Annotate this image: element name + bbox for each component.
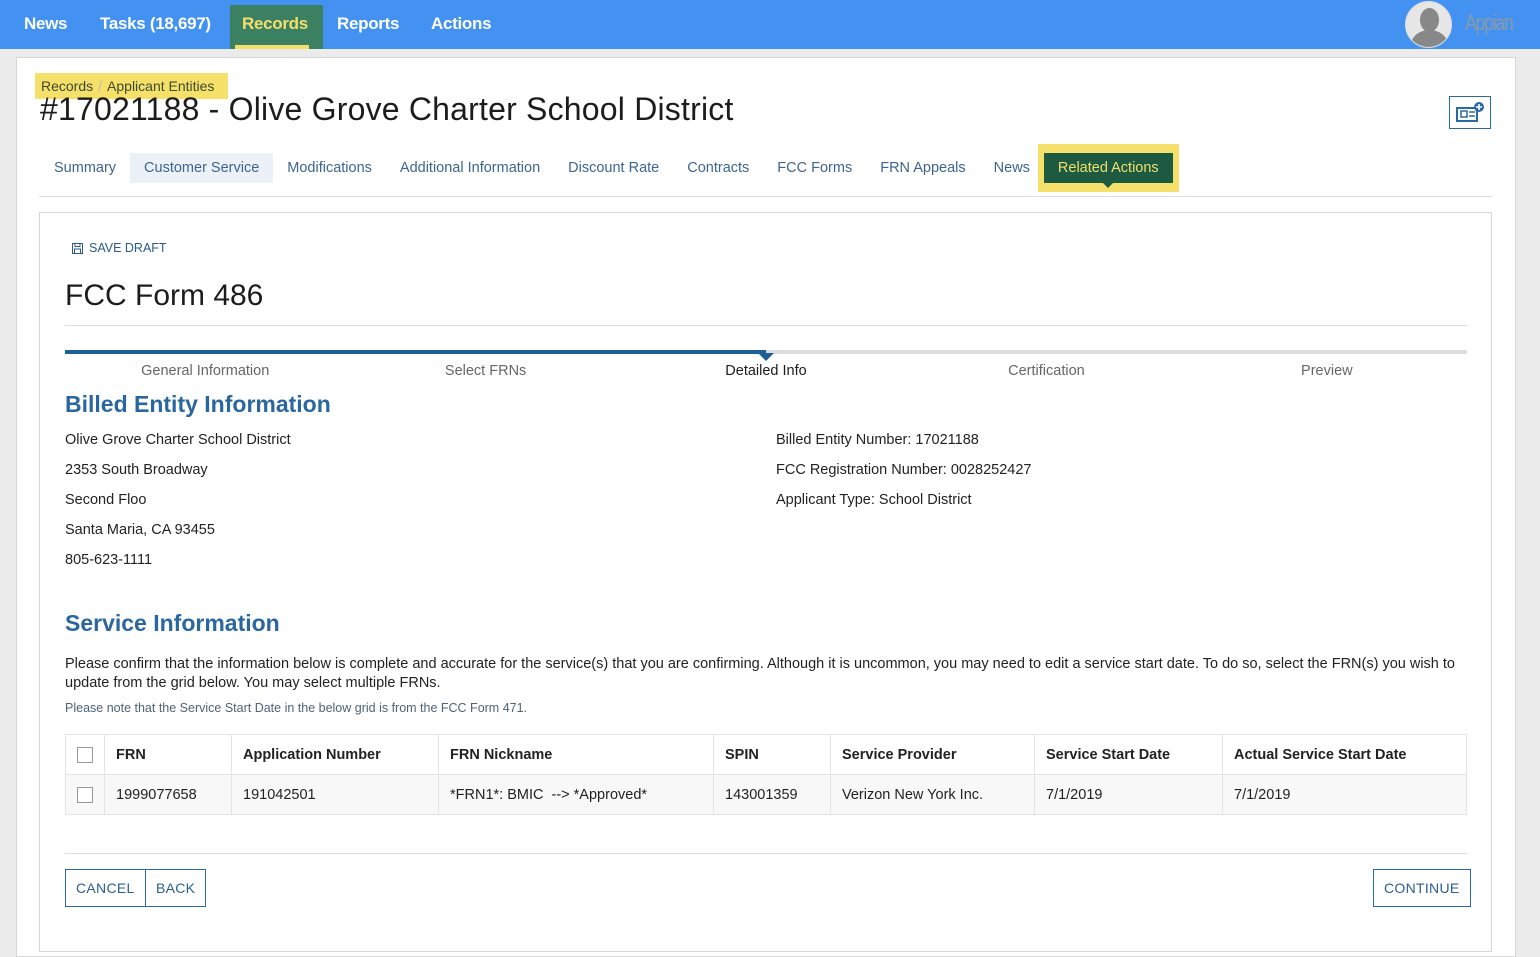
- newspaper-plus-icon: [1456, 101, 1484, 122]
- col-frn-nickname[interactable]: FRN Nickname: [438, 734, 714, 775]
- progress-fill: [65, 350, 766, 354]
- billed-entity-number: Billed Entity Number: 17021188: [776, 432, 979, 448]
- save-draft-button[interactable]: SAVE DRAFT: [72, 241, 167, 255]
- form-panel: SAVE DRAFT FCC Form 486 General Informat…: [39, 212, 1492, 952]
- nav-actions[interactable]: Actions: [414, 5, 508, 49]
- nav-tasks[interactable]: Tasks (18,697): [83, 5, 228, 49]
- form-title: FCC Form 486: [65, 279, 264, 312]
- tab-additional-information[interactable]: Additional Information: [386, 153, 554, 183]
- appian-logo: Appian: [1465, 10, 1514, 35]
- col-application-number[interactable]: Application Number: [231, 734, 439, 775]
- address-line: Second Floo: [65, 492, 147, 508]
- nav-reports[interactable]: Reports: [320, 5, 416, 49]
- nav-news[interactable]: News: [7, 5, 84, 49]
- user-avatar[interactable]: [1405, 1, 1452, 48]
- step-certification: Certification: [1008, 363, 1085, 379]
- table-row: 1999077658 191042501 *FRN1*: BMIC --> *A…: [65, 774, 1467, 815]
- tab-related-actions[interactable]: Related Actions: [1043, 153, 1173, 188]
- entity-info-block: Billed Entity Number: 17021188 FCC Regis…: [776, 425, 1032, 515]
- related-actions-highlight: Related Actions: [1037, 144, 1179, 192]
- address-line: 2353 South Broadway: [65, 462, 208, 478]
- cell-service-start-date: 7/1/2019: [1034, 774, 1223, 815]
- wizard-steps: General Information Select FRNs Detailed…: [65, 363, 1467, 379]
- current-step-marker: [758, 353, 774, 361]
- instructions-text: Please confirm that the information belo…: [65, 656, 1455, 691]
- step-select-frns: Select FRNs: [444, 363, 527, 379]
- address-block: Olive Grove Charter School District 2353…: [65, 425, 291, 575]
- service-information-heading: Service Information: [65, 610, 280, 636]
- cell-frn: 1999077658: [104, 774, 232, 815]
- tab-frn-appeals[interactable]: FRN Appeals: [866, 153, 979, 183]
- frn-table: FRN Application Number FRN Nickname SPIN…: [65, 734, 1467, 815]
- note-text: Please note that the Service Start Date …: [65, 701, 528, 715]
- col-frn[interactable]: FRN: [104, 734, 232, 775]
- divider: [65, 853, 1467, 854]
- top-nav-bar: News Tasks (18,697) Records Reports Acti…: [0, 0, 1540, 49]
- cancel-button[interactable]: CANCEL: [65, 869, 146, 907]
- applicant-type: Applicant Type: School District: [776, 492, 972, 508]
- tab-contracts[interactable]: Contracts: [673, 153, 763, 183]
- record-card: Records / Applicant Entities #17021188 - O…: [16, 57, 1516, 957]
- cell-actual-service-start-date: 7/1/2019: [1222, 774, 1467, 815]
- cell-application-number: 191042501: [231, 774, 439, 815]
- save-draft-label: SAVE DRAFT: [89, 241, 167, 255]
- tab-customer-service[interactable]: Customer Service: [130, 153, 274, 183]
- address-line: Olive Grove Charter School District: [65, 432, 291, 448]
- record-tabs: Summary Customer Service Modifications A…: [40, 144, 1179, 192]
- billed-entity-heading: Billed Entity Information: [65, 391, 331, 417]
- tab-discount-rate[interactable]: Discount Rate: [554, 153, 673, 183]
- page-title: #17021188 - Olive Grove Charter School D…: [40, 91, 734, 127]
- cell-spin: 143001359: [713, 774, 831, 815]
- col-service-start-date[interactable]: Service Start Date: [1034, 734, 1223, 775]
- nav-records[interactable]: Records: [230, 5, 323, 49]
- address-line: Santa Maria, CA 93455: [65, 522, 215, 538]
- continue-button[interactable]: CONTINUE: [1373, 869, 1471, 907]
- phone: 805-623-1111: [65, 552, 153, 568]
- fcc-registration-number: FCC Registration Number: 0028252427: [776, 462, 1032, 478]
- wizard-progress-bar: [65, 350, 1467, 361]
- cell-service-provider: Verizon New York Inc.: [830, 774, 1035, 815]
- step-detailed-info: Detailed Info: [725, 363, 807, 379]
- tab-news[interactable]: News: [980, 153, 1034, 183]
- col-actual-service-start-date[interactable]: Actual Service Start Date: [1222, 734, 1467, 775]
- tab-summary[interactable]: Summary: [40, 153, 130, 183]
- select-all-checkbox[interactable]: [77, 746, 93, 763]
- step-preview: Preview: [1301, 363, 1353, 379]
- divider: [65, 325, 1467, 326]
- back-button[interactable]: BACK: [145, 869, 207, 907]
- row-checkbox[interactable]: [77, 786, 93, 803]
- table-header-row: FRN Application Number FRN Nickname SPIN…: [65, 734, 1467, 775]
- add-news-button[interactable]: [1449, 96, 1491, 129]
- col-service-provider[interactable]: Service Provider: [830, 734, 1035, 775]
- step-general-information: General Information: [141, 363, 270, 379]
- col-spin[interactable]: SPIN: [713, 734, 831, 775]
- floppy-disk-icon: [72, 242, 83, 254]
- tab-modifications[interactable]: Modifications: [273, 153, 386, 183]
- tab-fcc-forms[interactable]: FCC Forms: [763, 153, 866, 183]
- cell-frn-nickname: *FRN1*: BMIC --> *Approved*: [438, 774, 714, 815]
- divider: [39, 196, 1492, 197]
